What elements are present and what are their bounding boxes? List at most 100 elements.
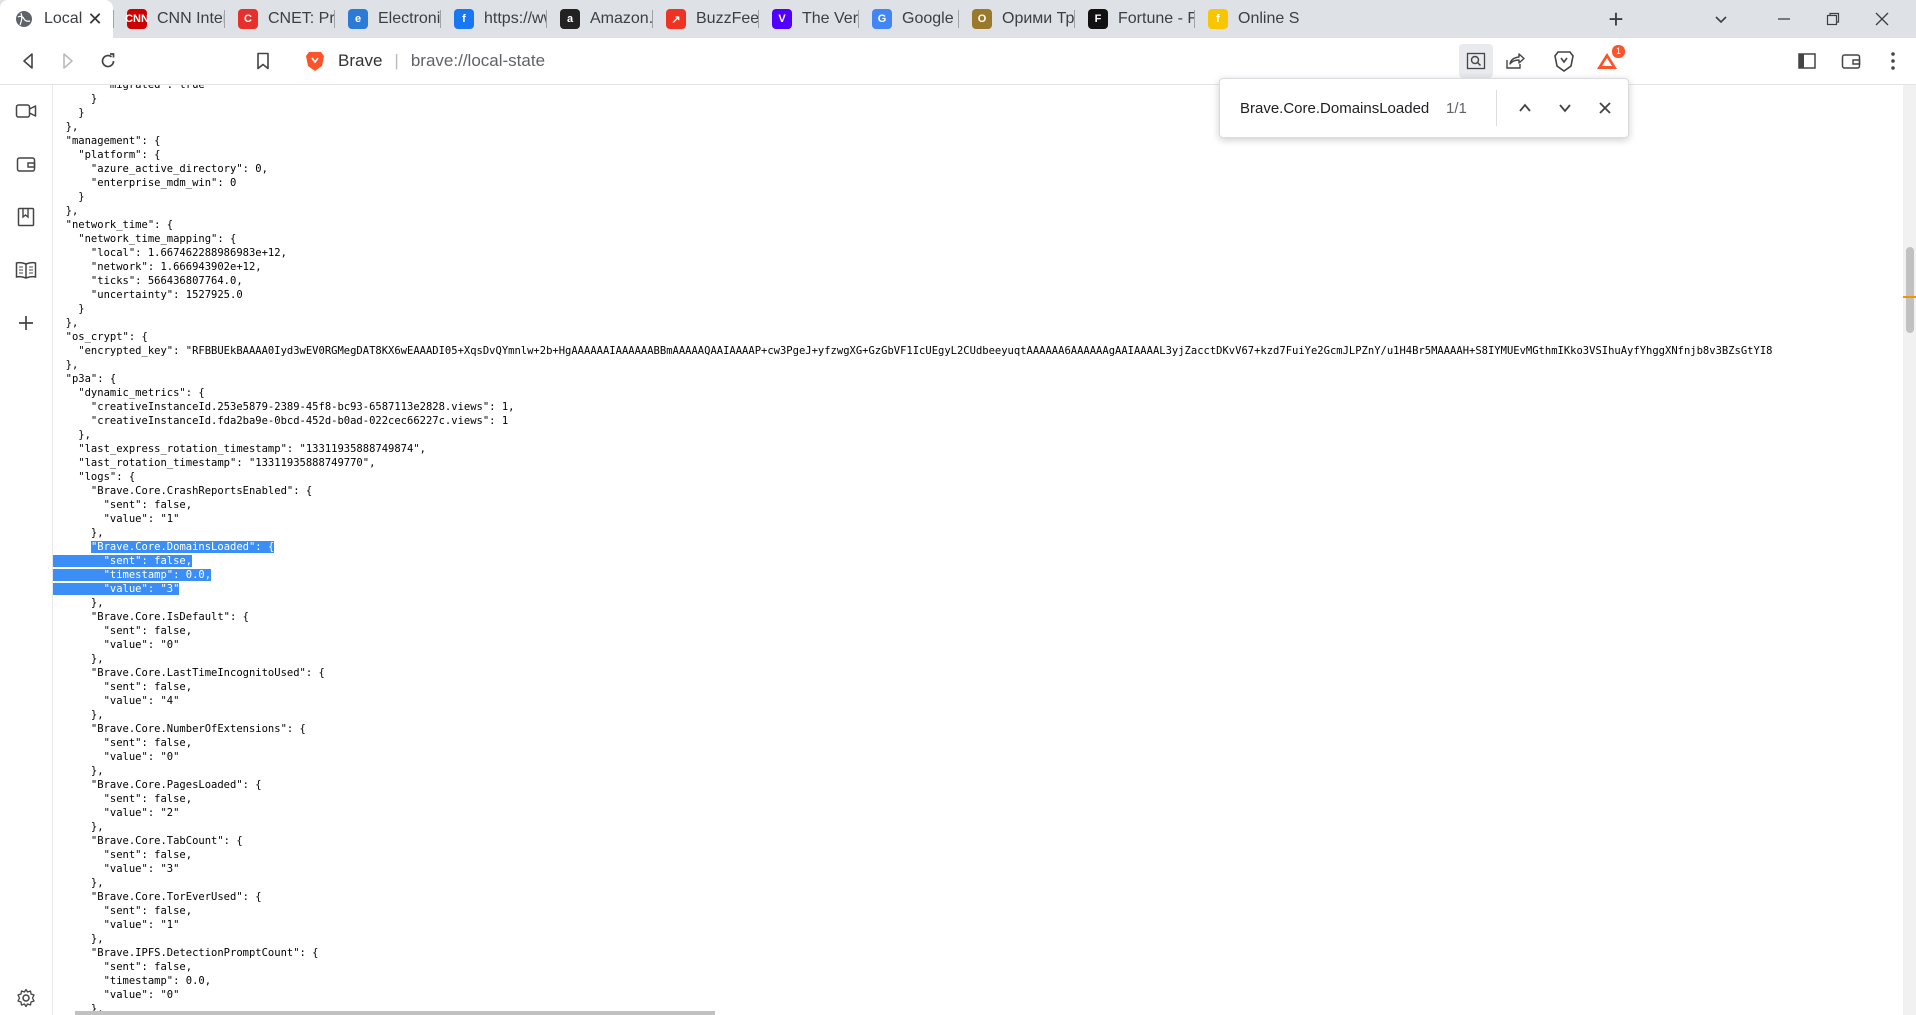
- tab-separator: [546, 10, 547, 28]
- code-line: "Brave.IPFS.DetectionPromptCount": {: [53, 947, 319, 959]
- tab-title: CNET: Product reviews: [268, 10, 334, 27]
- code-line: "value": "0": [53, 639, 180, 651]
- find-in-page-icon[interactable]: [1459, 44, 1493, 78]
- reading-list-icon[interactable]: [13, 257, 39, 283]
- tab-title: CNN International: [157, 10, 224, 27]
- bookmarks-icon[interactable]: [13, 204, 39, 230]
- code-line: "last_rotation_timestamp": "133119358887…: [53, 457, 376, 469]
- close-window-button[interactable]: [1858, 0, 1906, 38]
- sidebar-toggle-icon[interactable]: [1792, 46, 1822, 76]
- json-text: "migrated": true } } }, "management": { …: [53, 85, 1903, 1015]
- tab-close-icon[interactable]: ✕: [83, 9, 107, 30]
- tab-title: Online Shopping: [1238, 10, 1300, 27]
- code-line: "last_express_rotation_timestamp": "1331…: [53, 443, 426, 455]
- tab-separator: [113, 10, 114, 28]
- find-next-button[interactable]: [1545, 88, 1585, 128]
- tab-strip: Local State✕ CNN CNN International C CNET: P…: [0, 0, 1916, 38]
- code-line: "sent": false,: [53, 554, 1903, 568]
- brave-shields-icon[interactable]: [1549, 46, 1579, 76]
- browser-tab[interactable]: a Amazon.com: [546, 0, 652, 38]
- globe-icon: [14, 9, 34, 29]
- sidebar-settings-icon[interactable]: [13, 985, 39, 1011]
- tab-separator: [758, 10, 759, 28]
- code-line: "Brave.Core.CrashReportsEnabled": {: [53, 485, 313, 497]
- amazon-icon: a: [560, 9, 580, 29]
- tab-title: BuzzFeed: [696, 10, 758, 27]
- selected-text: "Brave.Core.DomainsLoaded": {: [90, 541, 275, 553]
- code-line: "value": "1": [53, 513, 180, 525]
- tab-separator: [1074, 10, 1075, 28]
- browser-tab[interactable]: G Google: [858, 0, 958, 38]
- code-line: },: [53, 205, 79, 217]
- omnibox-url[interactable]: brave://local-state: [411, 51, 545, 71]
- find-previous-button[interactable]: [1505, 88, 1545, 128]
- tab-title: Google: [902, 10, 954, 27]
- tab-separator: [1194, 10, 1195, 28]
- sidebar-wallet-icon[interactable]: [13, 151, 39, 177]
- tab-title: Fortune - Fortune: [1118, 10, 1194, 27]
- address-bar[interactable]: Brave | brave://local-state: [292, 44, 1532, 78]
- find-result-marker: [1903, 296, 1916, 298]
- horizontal-scrollbar-thumb[interactable]: [75, 1011, 715, 1015]
- browser-tab[interactable]: C CNET: Product reviews: [224, 0, 334, 38]
- code-line: "os_crypt": {: [53, 331, 148, 343]
- browser-tab[interactable]: e Electronics, Cars: [334, 0, 440, 38]
- code-line: "Brave.Core.DomainsLoaded": {: [53, 540, 1903, 554]
- find-input[interactable]: Brave.Core.DomainsLoaded: [1240, 100, 1446, 117]
- code-line: "sent": false,: [53, 499, 193, 511]
- code-line: },: [53, 765, 104, 777]
- code-line: },: [53, 527, 104, 539]
- vertical-scrollbar[interactable]: [1903, 85, 1916, 1015]
- menu-icon[interactable]: [1878, 46, 1908, 76]
- code-line: "platform": {: [53, 149, 161, 161]
- cnn-icon: CNN: [125, 9, 149, 29]
- scrollbar-thumb[interactable]: [1906, 247, 1914, 333]
- code-line: "Brave.Core.TabCount": {: [53, 835, 243, 847]
- bookmark-button[interactable]: [248, 46, 278, 76]
- code-line: "value": "3": [53, 863, 180, 875]
- code-line: "sent": false,: [53, 793, 193, 805]
- tab-separator: [440, 10, 441, 28]
- code-line: "sent": false,: [53, 961, 193, 973]
- browser-tab[interactable]: O Орими Трэйд: [958, 0, 1074, 38]
- browser-tab[interactable]: V The Verge: [758, 0, 858, 38]
- reload-button[interactable]: [93, 46, 123, 76]
- find-close-button[interactable]: [1585, 88, 1625, 128]
- add-sidebar-item-icon[interactable]: [13, 310, 39, 336]
- minimize-button[interactable]: [1760, 0, 1808, 38]
- tab-title: Electronics, Cars: [378, 10, 440, 27]
- new-tab-button[interactable]: +: [1601, 4, 1631, 34]
- omnibox-brand: Brave: [338, 51, 383, 70]
- code-line: },: [53, 709, 104, 721]
- back-button[interactable]: [13, 46, 43, 76]
- code-line: }: [53, 191, 85, 203]
- browser-tab[interactable]: ↗ BuzzFeed: [652, 0, 758, 38]
- tab-search-chevron-icon[interactable]: [1697, 0, 1745, 38]
- code-line: },: [53, 597, 104, 609]
- brave-talk-icon[interactable]: [13, 98, 39, 124]
- json-viewer: "migrated": true } } }, "management": { …: [53, 85, 1903, 1015]
- browser-tab[interactable]: f https://www.facebook.com: [440, 0, 546, 38]
- code-line: "value": "0": [53, 989, 180, 1001]
- code-line: "value": "0": [53, 751, 180, 763]
- forward-button[interactable]: [53, 46, 83, 76]
- browser-tab[interactable]: CNN CNN International: [113, 0, 224, 38]
- browser-tab[interactable]: Local State✕: [0, 0, 113, 38]
- share-icon[interactable]: [1500, 46, 1530, 76]
- code-line: "Brave.Core.TorEverUsed": {: [53, 891, 262, 903]
- tab-separator: [958, 10, 959, 28]
- tab-title: Орими Трэйд: [1002, 10, 1074, 27]
- code-line: "sent": false,: [53, 905, 193, 917]
- wallet-icon[interactable]: [1836, 46, 1866, 76]
- fortune-icon: F: [1088, 9, 1108, 29]
- tab-title: Local State: [44, 10, 83, 27]
- code-line: },: [53, 877, 104, 889]
- verge-icon: V: [772, 9, 792, 29]
- brave-rewards-icon[interactable]: 1: [1592, 44, 1626, 76]
- flipkart-icon: f: [1208, 9, 1228, 29]
- browser-tab[interactable]: f Online Shopping: [1194, 0, 1300, 38]
- tab-title: https://www.facebook.com: [484, 10, 546, 27]
- selected-text: "value": "3": [103, 583, 180, 595]
- restore-button[interactable]: [1809, 0, 1857, 38]
- browser-tab[interactable]: F Fortune - Fortune: [1074, 0, 1194, 38]
